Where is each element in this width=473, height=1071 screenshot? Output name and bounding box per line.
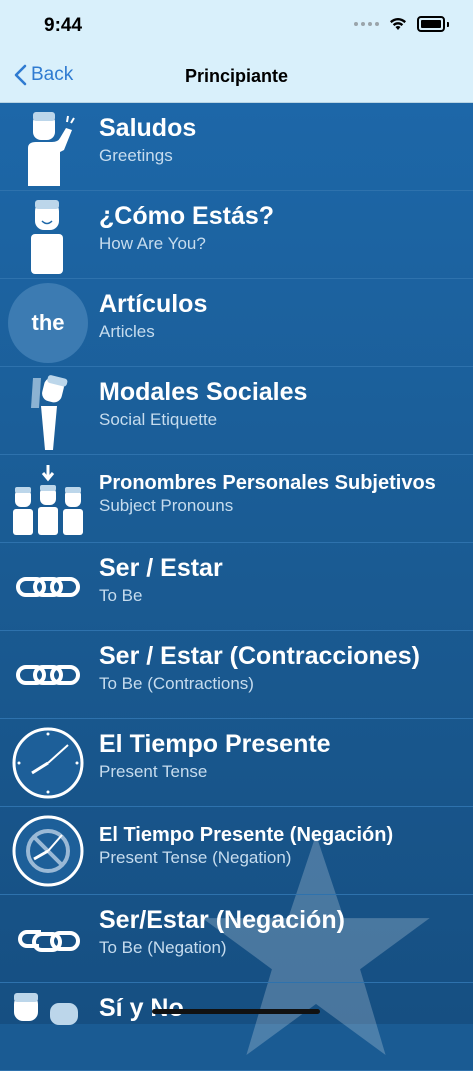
list-item[interactable]: ¿Cómo Estás? How Are You?	[0, 191, 473, 279]
list-item[interactable]: Saludos Greetings	[0, 103, 473, 191]
article-the-icon: the	[8, 283, 88, 363]
person-bowing-icon	[8, 371, 88, 451]
two-people-icon	[8, 987, 88, 1067]
lesson-subtitle: To Be (Contractions)	[99, 674, 254, 693]
person-smiling-icon	[8, 195, 88, 275]
lesson-title: Ser / Estar	[99, 554, 223, 582]
lesson-title: Sí y No	[99, 994, 184, 1022]
chain-link-icon	[8, 635, 88, 715]
list-item[interactable]: El Tiempo Presente (Negación) Present Te…	[0, 807, 473, 895]
lesson-subtitle: Present Tense	[99, 762, 208, 781]
lesson-title: El Tiempo Presente (Negación)	[99, 824, 394, 846]
clock-negation-icon	[8, 811, 88, 891]
three-people-icon	[8, 459, 88, 539]
lesson-title: Pronombres Personales Subjetivos	[99, 472, 436, 494]
lesson-subtitle: Present Tense (Negation)	[99, 848, 292, 867]
lesson-subtitle: How Are You?	[99, 234, 206, 253]
status-bar: 9:44	[0, 0, 473, 48]
list-item[interactable]: Pronombres Personales Subjetivos Subject…	[0, 455, 473, 543]
lesson-subtitle: Articles	[99, 322, 155, 341]
home-indicator[interactable]	[152, 1009, 320, 1014]
broken-chain-icon	[8, 899, 88, 979]
lesson-list: Saludos Greetings ¿Cómo Estás? How Are Y…	[0, 103, 473, 1071]
list-item[interactable]: Ser/Estar (Negación) To Be (Negation)	[0, 895, 473, 983]
status-time: 9:44	[44, 15, 83, 36]
wifi-icon	[390, 17, 406, 30]
lesson-title: Modales Sociales	[99, 378, 308, 406]
lesson-subtitle: To Be	[99, 586, 143, 605]
chain-link-icon	[8, 547, 88, 627]
lesson-subtitle: Social Etiquette	[99, 410, 218, 429]
lesson-title: Ser / Estar (Contracciones)	[99, 642, 420, 670]
lesson-title: El Tiempo Presente	[99, 730, 331, 758]
lesson-title: ¿Cómo Estás?	[99, 202, 275, 230]
article-the-badge: the	[8, 283, 88, 363]
person-waving-icon	[8, 107, 88, 187]
list-item[interactable]: Ser / Estar (Contracciones) To Be (Contr…	[0, 631, 473, 719]
lesson-subtitle: Greetings	[99, 146, 173, 165]
lesson-title: Artículos	[99, 290, 208, 318]
status-icons	[354, 16, 449, 32]
clock-icon	[8, 723, 88, 803]
signal-dots-icon	[354, 22, 379, 26]
lesson-subtitle: Subject Pronouns	[99, 496, 234, 515]
battery-icon	[417, 16, 445, 32]
page-title: Principiante	[184, 66, 289, 86]
list-item[interactable]: Ser / Estar To Be	[0, 543, 473, 631]
list-item[interactable]: the Artículos Articles	[0, 279, 473, 367]
lesson-title: Saludos	[99, 114, 197, 142]
list-item[interactable]: Sí y No	[0, 983, 473, 1071]
navigation-bar: Back Principiante	[0, 48, 473, 103]
list-item[interactable]: Modales Sociales Social Etiquette	[0, 367, 473, 455]
list-item[interactable]: El Tiempo Presente Present Tense	[0, 719, 473, 807]
lesson-title: Ser/Estar (Negación)	[99, 906, 345, 934]
lesson-subtitle: To Be (Negation)	[99, 938, 227, 957]
